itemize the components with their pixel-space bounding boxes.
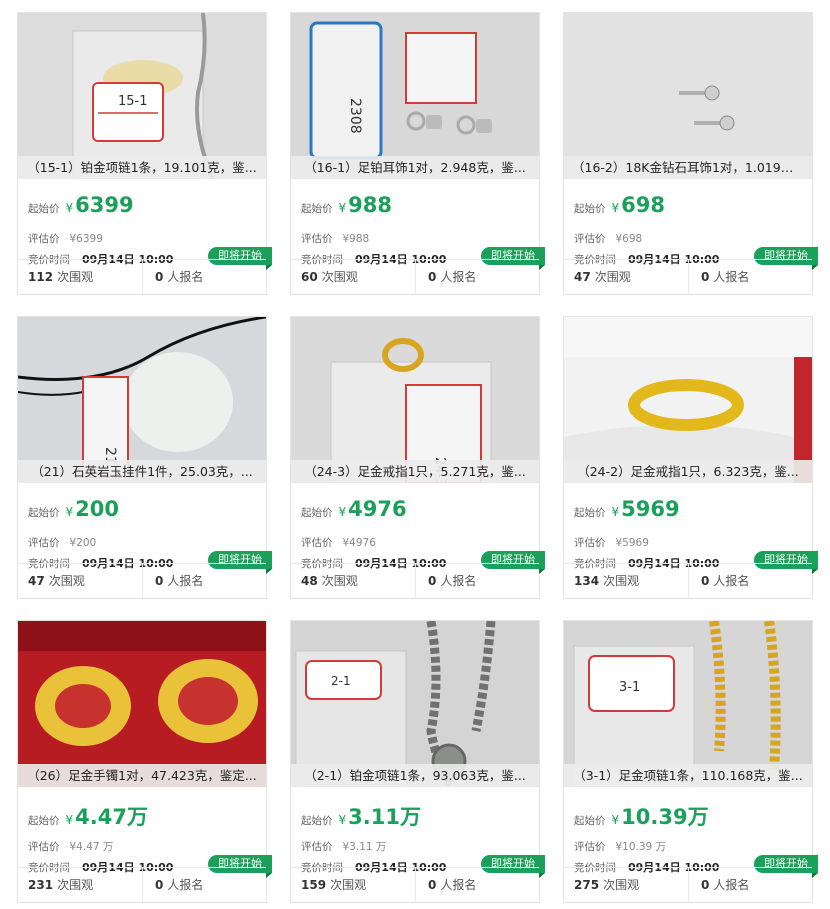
view-count: 112 次围观 bbox=[28, 270, 94, 284]
eval-price-label: 评估价 bbox=[28, 841, 60, 853]
signup-count: 0 人报名 bbox=[415, 260, 539, 294]
item-title[interactable]: （2-1）铂金项链1条，93.063克，鉴... bbox=[291, 764, 539, 787]
eval-price-label: 评估价 bbox=[28, 537, 60, 549]
auction-grid: 15-1 （15-1）铂金项链1条，19.101克，鉴... 起始价 ¥6399 … bbox=[0, 0, 830, 909]
item-title[interactable]: （16-1）足铂耳饰1对，2.948克，鉴... bbox=[291, 156, 539, 179]
item-photo[interactable]: 2-1 bbox=[291, 621, 539, 787]
item-photo[interactable]: 21 bbox=[18, 317, 266, 483]
item-title[interactable]: （15-1）铂金项链1条，19.101克，鉴... bbox=[18, 156, 266, 179]
start-price-label: 起始价 bbox=[28, 507, 60, 519]
eval-price-label: 评估价 bbox=[301, 233, 333, 245]
start-price: 698 bbox=[621, 193, 665, 217]
item-photo[interactable] bbox=[18, 621, 266, 787]
eval-price: ¥698 bbox=[615, 233, 643, 245]
start-price-label: 起始价 bbox=[301, 815, 333, 827]
view-count: 48 次围观 bbox=[301, 574, 358, 588]
view-count: 231 次围观 bbox=[28, 878, 94, 892]
eval-price-label: 评估价 bbox=[574, 537, 606, 549]
view-count: 60 次围观 bbox=[301, 270, 358, 284]
start-price-label: 起始价 bbox=[574, 815, 606, 827]
start-price: 4.47万 bbox=[75, 805, 148, 829]
eval-price: ¥10.39 万 bbox=[615, 841, 667, 853]
start-price: 200 bbox=[75, 497, 119, 521]
start-price: 6399 bbox=[75, 193, 134, 217]
view-count: 159 次围观 bbox=[301, 878, 367, 892]
start-price-label: 起始价 bbox=[301, 203, 333, 215]
eval-price-label: 评估价 bbox=[301, 537, 333, 549]
item-title[interactable]: （21）石英岩玉挂件1件，25.03克，... bbox=[18, 460, 266, 483]
tag-label: 2308 bbox=[347, 98, 363, 134]
tag-label: 2-1 bbox=[331, 674, 351, 688]
auction-card[interactable]: 24-3 （24-3）足金戒指1只，5.271克，鉴... 起始价 ¥4976 评… bbox=[290, 316, 545, 599]
signup-count: 0 人报名 bbox=[142, 564, 266, 598]
signup-count: 0 人报名 bbox=[688, 260, 812, 294]
currency-symbol: ¥ bbox=[338, 505, 347, 519]
item-photo[interactable]: 15-1 bbox=[18, 13, 266, 179]
tag-label: 3-1 bbox=[619, 680, 640, 695]
item-photo[interactable] bbox=[564, 317, 812, 483]
start-price-label: 起始价 bbox=[574, 507, 606, 519]
signup-count: 0 人报名 bbox=[688, 868, 812, 902]
signup-count: 0 人报名 bbox=[415, 868, 539, 902]
item-photo[interactable]: 3-1 bbox=[564, 621, 812, 787]
start-price: 5969 bbox=[621, 497, 680, 521]
start-price-label: 起始价 bbox=[28, 203, 60, 215]
start-price: 4976 bbox=[348, 497, 407, 521]
start-price-label: 起始价 bbox=[301, 507, 333, 519]
eval-price: ¥3.11 万 bbox=[342, 841, 387, 853]
view-count: 47 次围观 bbox=[574, 270, 631, 284]
item-title[interactable]: （16-2）18K金钻石耳饰1对，1.019克... bbox=[564, 156, 812, 179]
signup-count: 0 人报名 bbox=[142, 260, 266, 294]
eval-price: ¥988 bbox=[342, 233, 370, 245]
eval-price: ¥4.47 万 bbox=[69, 841, 114, 853]
signup-count: 0 人报名 bbox=[142, 868, 266, 902]
view-count: 47 次围观 bbox=[28, 574, 85, 588]
eval-price-label: 评估价 bbox=[574, 841, 606, 853]
eval-price-label: 评估价 bbox=[301, 841, 333, 853]
view-count: 134 次围观 bbox=[574, 574, 640, 588]
auction-card[interactable]: （16-2）18K金钻石耳饰1对，1.019克... 起始价 ¥698 评估价 ¥6… bbox=[563, 12, 818, 295]
auction-card[interactable]: 3-1 （3-1）足金项链1条，110.168克，鉴... 起始价 ¥10.39万… bbox=[563, 620, 818, 903]
item-title[interactable]: （3-1）足金项链1条，110.168克，鉴... bbox=[564, 764, 812, 787]
eval-price: ¥6399 bbox=[69, 233, 103, 245]
auction-card[interactable]: 21 （21）石英岩玉挂件1件，25.03克，... 起始价 ¥200 评估价 ¥2… bbox=[17, 316, 272, 599]
start-price: 988 bbox=[348, 193, 392, 217]
item-photo[interactable] bbox=[564, 13, 812, 179]
auction-card[interactable]: （24-2）足金戒指1只，6.323克，鉴... 起始价 ¥5969 评估价 ¥59… bbox=[563, 316, 818, 599]
item-title[interactable]: （26）足金手镯1对，47.423克，鉴定... bbox=[18, 764, 266, 787]
view-count: 275 次围观 bbox=[574, 878, 640, 892]
eval-price: ¥200 bbox=[69, 537, 97, 549]
auction-card[interactable]: 2308 （16-1）足铂耳饰1对，2.948克，鉴... 起始价 ¥988 评估… bbox=[290, 12, 545, 295]
currency-symbol: ¥ bbox=[65, 813, 74, 827]
signup-count: 0 人报名 bbox=[415, 564, 539, 598]
item-title[interactable]: （24-2）足金戒指1只，6.323克，鉴... bbox=[564, 460, 812, 483]
currency-symbol: ¥ bbox=[611, 505, 620, 519]
eval-price-label: 评估价 bbox=[28, 233, 60, 245]
tag-label: 15-1 bbox=[118, 94, 148, 109]
start-price: 3.11万 bbox=[348, 805, 421, 829]
eval-price-label: 评估价 bbox=[574, 233, 606, 245]
item-title[interactable]: （24-3）足金戒指1只，5.271克，鉴... bbox=[291, 460, 539, 483]
auction-card[interactable]: 15-1 （15-1）铂金项链1条，19.101克，鉴... 起始价 ¥6399 … bbox=[17, 12, 272, 295]
signup-count: 0 人报名 bbox=[688, 564, 812, 598]
eval-price: ¥5969 bbox=[615, 537, 649, 549]
currency-symbol: ¥ bbox=[611, 201, 620, 215]
currency-symbol: ¥ bbox=[65, 505, 74, 519]
start-price-label: 起始价 bbox=[574, 203, 606, 215]
currency-symbol: ¥ bbox=[611, 813, 620, 827]
start-price: 10.39万 bbox=[621, 805, 709, 829]
item-photo[interactable]: 2308 bbox=[291, 13, 539, 179]
auction-card[interactable]: （26）足金手镯1对，47.423克，鉴定... 起始价 ¥4.47万 评估价 ¥4… bbox=[17, 620, 272, 903]
currency-symbol: ¥ bbox=[65, 201, 74, 215]
start-price-label: 起始价 bbox=[28, 815, 60, 827]
item-photo[interactable]: 24-3 bbox=[291, 317, 539, 483]
currency-symbol: ¥ bbox=[338, 813, 347, 827]
currency-symbol: ¥ bbox=[338, 201, 347, 215]
auction-card[interactable]: 2-1 （2-1）铂金项链1条，93.063克，鉴... 起始价 ¥3.11万 评… bbox=[290, 620, 545, 903]
eval-price: ¥4976 bbox=[342, 537, 376, 549]
